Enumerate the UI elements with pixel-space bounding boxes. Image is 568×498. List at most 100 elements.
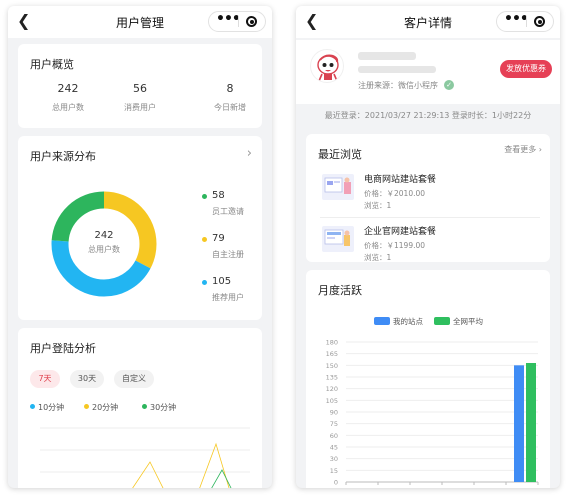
blurred-customer-name xyxy=(358,52,416,60)
close-target-icon[interactable] xyxy=(246,16,257,27)
overview-title: 用户概览 xyxy=(30,58,74,71)
y-tick-label: 15 xyxy=(330,467,338,475)
total-users-label: 总用户数 xyxy=(52,103,84,112)
monthly-title: 月度活跃 xyxy=(318,284,362,297)
product-views: 浏览：1 xyxy=(364,201,392,210)
y-tick-label: 60 xyxy=(330,432,338,440)
series-line-20min xyxy=(132,461,164,488)
y-tick-label: 150 xyxy=(326,362,338,370)
legend-dot xyxy=(30,404,35,409)
y-tick-label: 45 xyxy=(330,444,338,452)
blurred-customer-info xyxy=(358,66,436,73)
donut-center-label: 总用户数 xyxy=(88,245,120,254)
capsule-divider xyxy=(526,16,527,27)
legend-label: 推荐用户 xyxy=(212,293,244,302)
y-tick-label: 30 xyxy=(330,455,338,463)
bar-network-average xyxy=(526,363,536,482)
legend-dot xyxy=(202,280,207,285)
tab-custom[interactable]: 自定义 xyxy=(114,370,154,388)
login-analysis-card: 用户登陆分析 7天 30天 自定义 10分钟 20分钟 30分钟 xyxy=(18,328,262,488)
legend-label: 员工邀请 xyxy=(212,207,244,216)
product-views: 浏览：1 xyxy=(364,253,392,262)
legend-label: 自主注册 xyxy=(212,250,244,259)
view-more-link[interactable]: 查看更多 › xyxy=(504,144,542,155)
series-line-30min xyxy=(211,469,232,488)
series-legend-20min: 20分钟 xyxy=(84,402,118,413)
chevron-right-icon[interactable]: › xyxy=(247,146,252,161)
series-legend-10min: 10分钟 xyxy=(30,402,64,413)
series-legend-30min: 30分钟 xyxy=(142,402,176,413)
legend-value: 79 xyxy=(212,233,225,244)
product-thumbnail xyxy=(322,226,354,252)
login-title: 用户登陆分析 xyxy=(30,342,96,355)
close-target-icon[interactable] xyxy=(534,16,545,27)
tab-7-days[interactable]: 7天 xyxy=(30,370,60,388)
legend-swatch xyxy=(434,317,450,325)
product-thumbnail xyxy=(322,174,354,200)
y-tick-label: 165 xyxy=(326,350,338,358)
customer-detail-screen: ❮ 客户详情 ••• 注册来源：微信小程序 ✓ 发放优惠券 最近登录：2021/… xyxy=(296,6,560,488)
monthly-bar-chart: 0 15 30 45 60 75 90 105 120 135 150 165 180 xyxy=(326,339,539,487)
source-distribution-card[interactable]: 用户来源分布 › 242 总用户数 58 员工邀请 79 自主注册 105 推荐… xyxy=(18,136,262,320)
y-tick-label: 0 xyxy=(334,479,338,487)
donut-center-value: 242 xyxy=(94,230,114,241)
user-management-screen: ❮ 用户管理 ••• 用户概览 242 总用户数 56 消费用户 8 今日新增 … xyxy=(8,6,272,488)
legend-dot xyxy=(142,404,147,409)
more-icon[interactable]: ••• xyxy=(216,12,241,31)
legend-dot xyxy=(202,194,207,199)
legend-network-average: 全网平均 xyxy=(434,316,483,327)
paying-users-value: 56 xyxy=(133,82,147,95)
series-line-20min xyxy=(199,442,230,488)
profile-card: 注册来源：微信小程序 ✓ 发放优惠券 xyxy=(296,40,560,104)
product-price: 价格：￥2010.00 xyxy=(364,189,426,198)
product-price: 价格：￥1199.00 xyxy=(364,241,426,250)
overview-card: 用户概览 242 总用户数 56 消费用户 8 今日新增 xyxy=(18,44,262,128)
new-today-label: 今日新增 xyxy=(214,103,246,112)
monthly-active-card: 月度活跃 我的站点 全网平均 0 15 30 45 60 75 90 105 120 135 150… xyxy=(306,270,550,488)
new-today-value: 8 xyxy=(226,82,234,95)
legend-value: 105 xyxy=(212,276,232,287)
paying-users-label: 消费用户 xyxy=(124,103,156,112)
tab-30-days[interactable]: 30天 xyxy=(70,370,104,388)
legend-swatch xyxy=(374,317,390,325)
corporate-site-illustration-icon xyxy=(324,229,350,246)
view-more-label: 查看更多 xyxy=(504,145,537,154)
nav-bar: ❮ 客户详情 ••• xyxy=(296,6,560,38)
product-name: 企业官网建站套餐 xyxy=(364,227,437,237)
issue-coupon-button[interactable]: 发放优惠券 xyxy=(500,60,552,78)
bar-my-site xyxy=(514,365,524,482)
avatar xyxy=(310,49,344,83)
y-tick-label: 180 xyxy=(326,339,338,347)
capsule-divider xyxy=(238,16,239,27)
mini-program-capsule: ••• xyxy=(208,11,266,32)
legend-label: 我的站点 xyxy=(393,317,423,326)
source-title: 用户来源分布 xyxy=(30,150,96,163)
verified-check-icon: ✓ xyxy=(444,80,454,90)
list-item[interactable]: 企业官网建站套餐 价格：￥1199.00 浏览：1 xyxy=(306,220,550,268)
total-users-value: 242 xyxy=(57,82,79,95)
list-item[interactable]: 电商网站建站套餐 价格：￥2010.00 浏览：1 xyxy=(306,168,550,216)
recent-title: 最近浏览 xyxy=(318,148,362,161)
legend-dot xyxy=(202,237,207,242)
recent-browsing-card: 最近浏览 查看更多 › 电商网站建站套餐 价格：￥2010.00 浏览：1 企业… xyxy=(306,134,550,262)
legend-label: 10分钟 xyxy=(38,403,65,412)
legend-label: 20分钟 xyxy=(92,403,119,412)
y-tick-label: 120 xyxy=(326,385,338,393)
login-info-bar: 最近登录：2021/03/27 21:29:13 登录时长：1小时22分 xyxy=(324,111,532,120)
login-line-chart xyxy=(40,427,250,488)
y-tick-label: 90 xyxy=(330,409,338,417)
ecommerce-illustration-icon xyxy=(324,177,351,194)
divider xyxy=(320,217,540,218)
legend-label: 全网平均 xyxy=(453,317,483,326)
mascot-avatar-icon xyxy=(317,54,339,82)
nav-bar: ❮ 用户管理 ••• xyxy=(8,6,272,38)
product-name: 电商网站建站套餐 xyxy=(364,175,437,185)
legend-dot xyxy=(84,404,89,409)
legend-label: 30分钟 xyxy=(150,403,177,412)
more-icon[interactable]: ••• xyxy=(504,12,529,31)
y-tick-label: 135 xyxy=(326,374,338,382)
legend-my-site: 我的站点 xyxy=(374,316,423,327)
legend-value: 58 xyxy=(212,190,225,201)
y-tick-label: 105 xyxy=(326,397,338,405)
mini-program-capsule: ••• xyxy=(496,11,554,32)
